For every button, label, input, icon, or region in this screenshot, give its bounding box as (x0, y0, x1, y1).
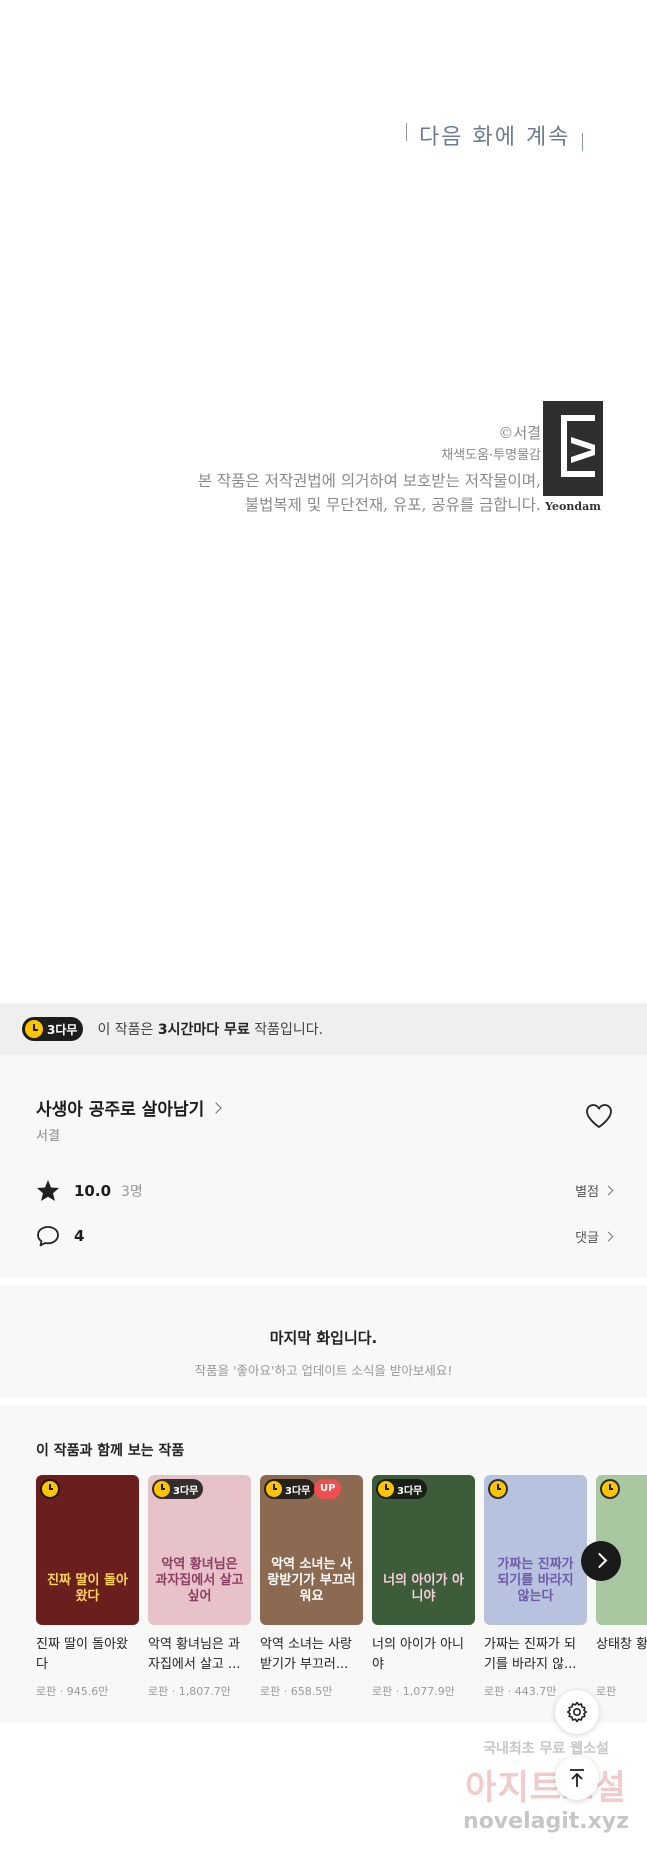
card-meta: 로판 · 1,077.9만 (372, 1685, 455, 1698)
three-hour-free-badge: 3다무 (376, 1479, 428, 1499)
cover-thumbnail: 진짜 딸이 돌아왔다 (36, 1475, 139, 1625)
recommendation-card[interactable]: 3다무 너의 아이가 아니야 너의 아이가 아니야 로판 · 1,077.9만 (372, 1475, 475, 1699)
free-text-bold: 3시간마다 무료 (157, 1022, 250, 1038)
badge-label: 3다무 (173, 1485, 199, 1497)
watermark-line-2: 아지트소설 (465, 1768, 627, 1808)
comments-link[interactable]: 댓글 (575, 1227, 614, 1246)
star-icon (37, 1180, 59, 1201)
recommendation-carousel: 진짜 딸이 돌아왔다 진짜 딸이 돌아왔다 로판 · 945.6만 3다무 악역 황녀님… (36, 1475, 647, 1699)
publisher-logo-text: Yeondam (545, 500, 601, 513)
card-title: 가짜는 진짜가 되기를 바라지 않... (484, 1637, 577, 1672)
watermark-line-1: 국내최초 무료 웹소설 (483, 1741, 609, 1757)
copyright-author: ©서결 (498, 424, 541, 442)
settings-button[interactable] (555, 1690, 599, 1734)
three-hour-free-badge: 3다무 (22, 1017, 84, 1041)
card-title: 악역 소녀는 사랑받기가 부끄러... (260, 1637, 352, 1672)
free-banner-text: 이 작품은 3시간마다 무료 작품입니다. (97, 1019, 323, 1039)
cover-thumbnail: 3다무 UP 악역 소녀는 사랑받기가 부끄러워요 (260, 1475, 363, 1625)
work-title: 사생아 공주로 살아남기 (36, 1100, 205, 1120)
card-title: 상태창 황녀 (596, 1637, 647, 1652)
like-heart-icon[interactable] (585, 1103, 613, 1129)
recommendation-card[interactable]: 진짜 딸이 돌아왔다 진짜 딸이 돌아왔다 로판 · 945.6만 (36, 1475, 139, 1699)
clock-icon (42, 1481, 58, 1497)
cover-title-art: 악역 황녀님은 과자집에서 살고 싶어 (155, 1557, 244, 1604)
gear-icon (566, 1701, 588, 1723)
recommendations-section: 이 작품과 함께 보는 작품 진짜 딸이 돌아왔다 진짜 딸이 돌아왔다 로판 · … (0, 1405, 647, 1723)
rating-row: 10.0 3명 별점 (36, 1179, 614, 1202)
free-every-3h-banner: 3다무 이 작품은 3시간마다 무료 작품입니다. (0, 1003, 647, 1055)
cover-title-art: 진짜 딸이 돌아왔다 (47, 1573, 128, 1604)
copyright-credits: 채색도움·투명물감 (441, 448, 541, 463)
three-hour-free-badge (40, 1479, 60, 1499)
cover-thumbnail: 가짜는 진짜가 되기를 바라지 않는다 (484, 1475, 587, 1625)
clock-icon (25, 1020, 43, 1038)
rating-score: 10.0 (74, 1181, 112, 1200)
cover-title-art: 너의 아이가 아니야 (383, 1573, 464, 1604)
copyright-legal-1: 본 작품은 저작권법에 의거하여 보호받는 저작물이며, (197, 472, 541, 490)
work-title-link[interactable]: 사생아 공주로 살아남기 (36, 1095, 222, 1120)
cover-title-art: 가짜는 진짜가 되기를 바라지 않는다 (497, 1557, 574, 1604)
card-meta: 로판 · 658.5만 (260, 1685, 333, 1698)
comment-count: 4 (74, 1227, 85, 1245)
viewer-page: 다음 화에 계속 ©서결 채색도움·투명물감 본 작품은 저작권법에 의거하여 … (0, 0, 647, 1849)
rating-link-label: 별점 (575, 1185, 599, 1200)
clock-icon (266, 1481, 282, 1497)
card-title: 진짜 딸이 돌아왔다 (36, 1637, 128, 1672)
free-text-after: 작품입니다. (249, 1022, 324, 1038)
three-hour-free-badge (488, 1479, 508, 1499)
comment-bubble-icon (37, 1226, 59, 1247)
to-be-continued: 다음 화에 계속 (406, 118, 584, 152)
carousel-next-button[interactable] (581, 1541, 621, 1581)
next-episode-text: 다음 화에 계속 (419, 125, 571, 150)
clock-icon (378, 1481, 394, 1497)
rating-count: 3명 (121, 1183, 143, 1200)
chevron-right-icon (603, 1231, 614, 1241)
cover-title-art: 악역 소녀는 사랑받기가 부끄러워요 (267, 1557, 356, 1604)
card-meta: 로판 · 1,807.7만 (148, 1685, 231, 1698)
three-hour-free-badge: 3다무 (152, 1479, 204, 1499)
recommendation-card[interactable]: 3다무 UP 악역 소녀는 사랑받기가 부끄러워요악역 소녀는 사랑받기가 부끄러.… (260, 1475, 363, 1699)
last-episode-title: 마지막 화입니다. (269, 1329, 378, 1347)
free-text-before: 이 작품은 (97, 1022, 158, 1038)
three-hour-free-badge: 3다무 (264, 1479, 316, 1499)
update-badge: UP (314, 1479, 342, 1499)
cover-thumbnail: 3다무악역 황녀님은 과자집에서 살고 싶어 (148, 1475, 251, 1625)
publisher-logo-mark (561, 415, 595, 477)
card-title: 너의 아이가 아니야 (372, 1637, 464, 1672)
card-meta: 로판 (596, 1685, 617, 1698)
arrow-up-icon (570, 1769, 584, 1787)
clock-icon (490, 1481, 506, 1497)
badge-label: 3다무 (47, 1022, 78, 1037)
recommendations-title: 이 작품과 함께 보는 작품 (36, 1443, 185, 1459)
work-info-section: 사생아 공주로 살아남기 서결 10.0 3명 별점 4 댓글 (0, 1055, 647, 1277)
copyright-legal-2: 불법복제 및 무단전재, 유포, 공유를 금합니다. (244, 496, 541, 514)
work-author[interactable]: 서결 (36, 1125, 60, 1144)
badge-label: 3다무 (285, 1485, 311, 1497)
three-hour-free-badge (600, 1479, 620, 1499)
bracket-right (582, 133, 584, 151)
site-watermark: 국내최초 무료 웹소설 아지트소설 novelagit.xyz (446, 1734, 646, 1844)
clock-icon (602, 1481, 618, 1497)
chevron-right-icon (210, 1101, 222, 1114)
watermark-line-3: novelagit.xyz (463, 1809, 629, 1834)
recommendation-card[interactable]: 상태창 황녀로판 (596, 1475, 647, 1699)
comments-link-label: 댓글 (575, 1230, 599, 1246)
last-episode-subtitle: 작품을 '좋아요'하고 업데이트 소식을 받아보세요! (194, 1363, 453, 1378)
badge-label: 3다무 (397, 1485, 423, 1497)
publisher-logo (543, 401, 603, 496)
copyright-notice: ©서결 채색도움·투명물감 본 작품은 저작권법에 의거하여 보호받는 저작물이… (198, 423, 541, 517)
last-episode-notice: 마지막 화입니다. 작품을 '좋아요'하고 업데이트 소식을 받아보세요! (0, 1285, 647, 1397)
comments-row: 4 댓글 (36, 1225, 614, 1247)
card-meta: 로판 · 945.6만 (36, 1685, 109, 1698)
recommendation-card[interactable]: 3다무악역 황녀님은 과자집에서 살고 싶어악역 황녀님은 과자집에서 살고 .… (148, 1475, 251, 1699)
scroll-top-button[interactable] (555, 1756, 599, 1800)
card-title: 악역 황녀님은 과자집에서 살고 ... (148, 1637, 241, 1672)
rating-link[interactable]: 별점 (575, 1181, 614, 1200)
chevron-right-icon (603, 1185, 614, 1196)
cover-thumbnail: 3다무너의 아이가 아니야 (372, 1475, 475, 1625)
clock-icon (154, 1481, 170, 1497)
recommendation-card[interactable]: 가짜는 진짜가 되기를 바라지 않는다 가짜는 진짜가 되기를 바라지 않... 로… (484, 1475, 587, 1699)
